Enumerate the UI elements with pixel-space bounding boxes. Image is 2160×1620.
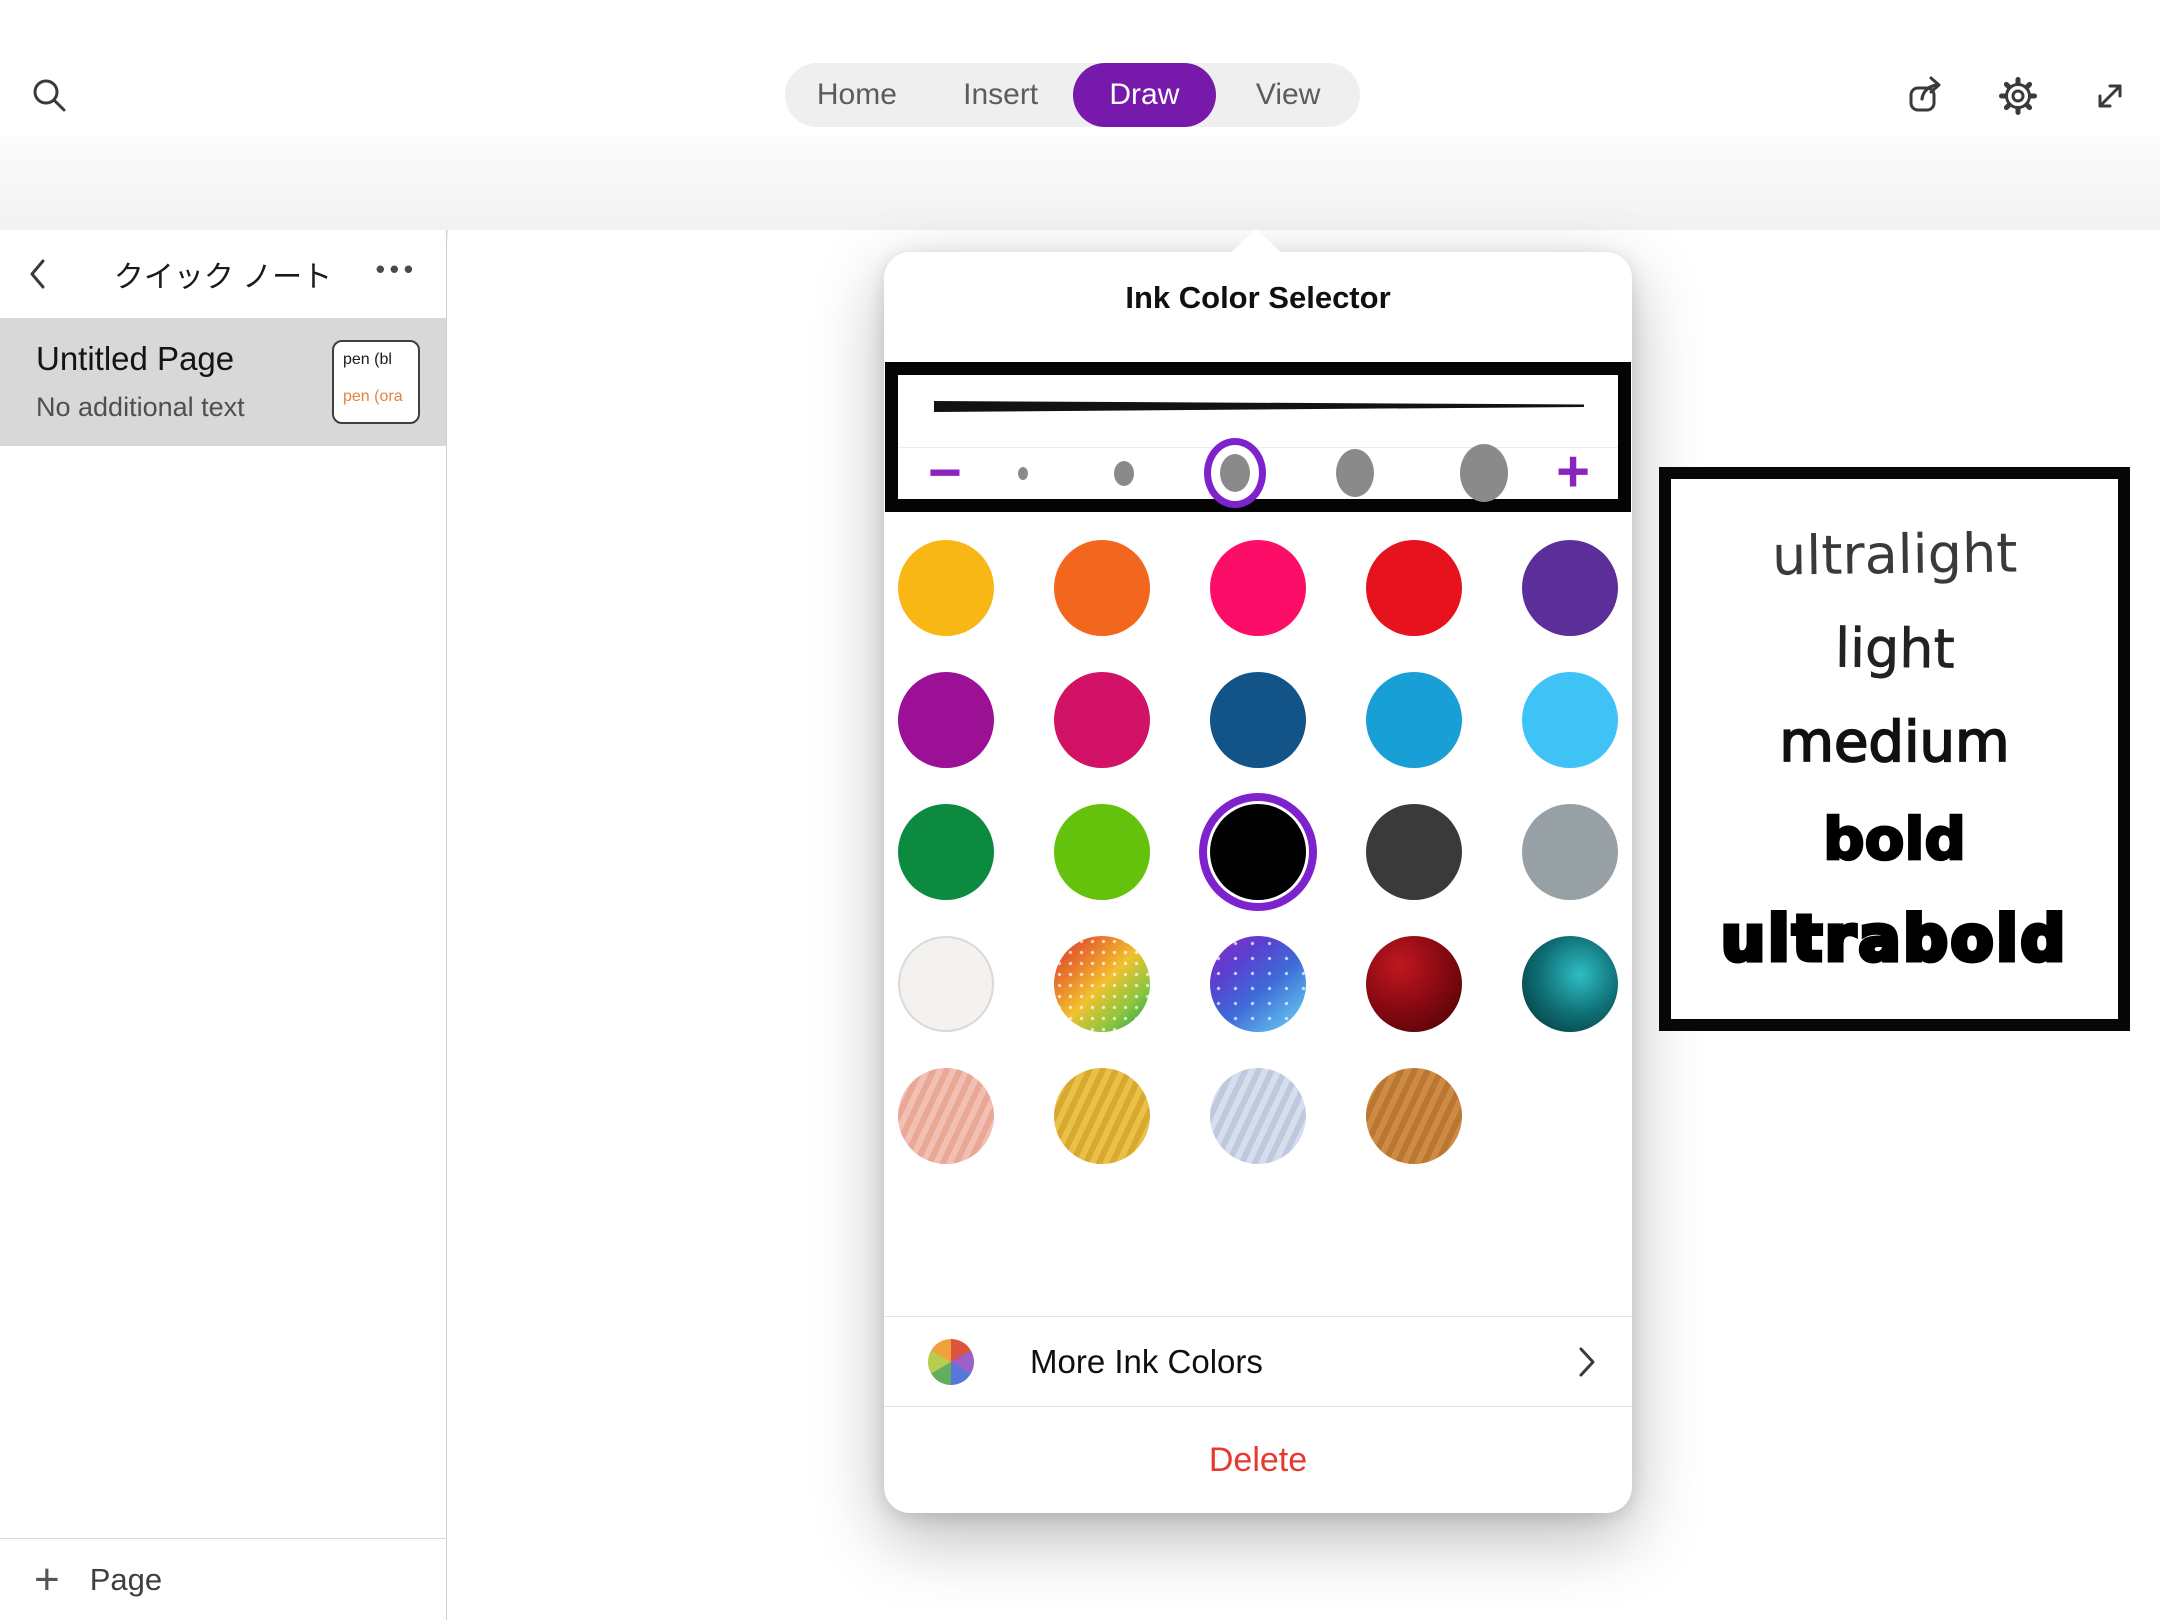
swatch-ruby[interactable] (1366, 936, 1462, 1032)
increase-size-button[interactable]: + (1556, 445, 1590, 499)
settings-gear-icon[interactable] (1996, 74, 2040, 123)
decrease-size-button[interactable]: − (928, 447, 962, 499)
swatch-bronze[interactable] (1366, 1068, 1462, 1164)
swatch-sky-blue[interactable] (1522, 672, 1618, 768)
delete-pen-button[interactable]: Delete (884, 1406, 1632, 1513)
share-icon[interactable] (1905, 74, 1949, 123)
swatch-magenta[interactable] (898, 672, 994, 768)
tab-draw[interactable]: Draw (1073, 63, 1217, 127)
tab-bar: HomeInsertDrawView (785, 63, 1360, 127)
swatch-light-green[interactable] (1054, 804, 1150, 900)
size-dot-5[interactable] (1460, 444, 1508, 502)
swatch-raspberry[interactable] (1054, 672, 1150, 768)
search-icon[interactable] (28, 74, 72, 123)
stroke-weight-sample-box: ultralight light medium bold ultrabold (1659, 467, 2130, 1031)
page-list-sidebar: クイック ノート ••• Untitled Page No additional… (0, 230, 447, 1620)
more-options-icon[interactable]: ••• (376, 254, 418, 285)
thumbnail-line-1: pen (bl (343, 351, 392, 369)
plus-icon: + (34, 1558, 60, 1602)
chevron-right-icon (1576, 1345, 1598, 1379)
swatch-orange[interactable] (1054, 540, 1150, 636)
swatch-ocean-teal[interactable] (1522, 936, 1618, 1032)
sidebar-header: クイック ノート ••• (0, 230, 446, 318)
tab-view[interactable]: View (1216, 63, 1360, 127)
stroke-sample-ultralight: ultralight (1771, 527, 2017, 584)
popup-title: Ink Color Selector (884, 280, 1632, 316)
color-wheel-icon (928, 1339, 974, 1385)
size-dot-3-selected[interactable] (1220, 454, 1250, 492)
size-dot-2[interactable] (1114, 461, 1134, 486)
stroke-sample-medium: medium (1779, 715, 2009, 771)
swatch-galaxy[interactable] (1210, 936, 1306, 1032)
tab-insert[interactable]: Insert (929, 63, 1073, 127)
thickness-annotation-box: − + (885, 362, 1631, 512)
page-subtitle: No additional text (36, 392, 245, 423)
swatch-rose-gold[interactable] (898, 1068, 994, 1164)
swatch-gray[interactable] (1522, 804, 1618, 900)
size-dot-1[interactable] (1018, 467, 1028, 480)
color-swatch-grid (884, 540, 1632, 1164)
add-page-label: Page (90, 1562, 162, 1598)
fullscreen-expand-icon[interactable] (2088, 74, 2132, 123)
size-dot-4[interactable] (1336, 449, 1374, 497)
stroke-width-preview (934, 397, 1584, 417)
size-dots (1018, 447, 1508, 499)
page-list-item[interactable]: Untitled Page No additional text pen (bl… (0, 318, 446, 446)
stroke-sample-ultrabold: ultrabold (1721, 908, 2068, 970)
swatch-pink[interactable] (1210, 540, 1306, 636)
swatch-gold[interactable] (1054, 1068, 1150, 1164)
tab-home[interactable]: Home (785, 63, 929, 127)
top-header: HomeInsertDrawView (0, 0, 2160, 135)
popup-arrow (1230, 229, 1282, 253)
swatch-silver[interactable] (1210, 1068, 1306, 1164)
swatch-purple[interactable] (1522, 540, 1618, 636)
swatch-blue[interactable] (1366, 672, 1462, 768)
swatch-dark-gray[interactable] (1366, 804, 1462, 900)
swatch-dark-blue[interactable] (1210, 672, 1306, 768)
swatch-black[interactable] (1210, 804, 1306, 900)
swatch-green[interactable] (898, 804, 994, 900)
page-title: Untitled Page (36, 340, 234, 378)
stroke-sample-light: light (1834, 621, 1954, 676)
more-ink-colors-label: More Ink Colors (1030, 1343, 1263, 1381)
more-ink-colors-row[interactable]: More Ink Colors (884, 1316, 1632, 1406)
swatch-yellow[interactable] (898, 540, 994, 636)
draw-toolbar: Text Mode Lasso Select Insert Space (0, 135, 2160, 230)
ink-color-selector-popup: Ink Color Selector − + More Ink Colors D… (884, 252, 1632, 1513)
swatch-rainbow-glitter[interactable] (1054, 936, 1150, 1032)
stroke-sample-bold: bold (1823, 810, 1966, 868)
swatch-white[interactable] (898, 936, 994, 1032)
thumbnail-line-2: pen (ora (343, 388, 403, 406)
page-thumbnail: pen (bl pen (ora (332, 340, 420, 424)
add-page-button[interactable]: + Page (0, 1538, 446, 1620)
swatch-red[interactable] (1366, 540, 1462, 636)
